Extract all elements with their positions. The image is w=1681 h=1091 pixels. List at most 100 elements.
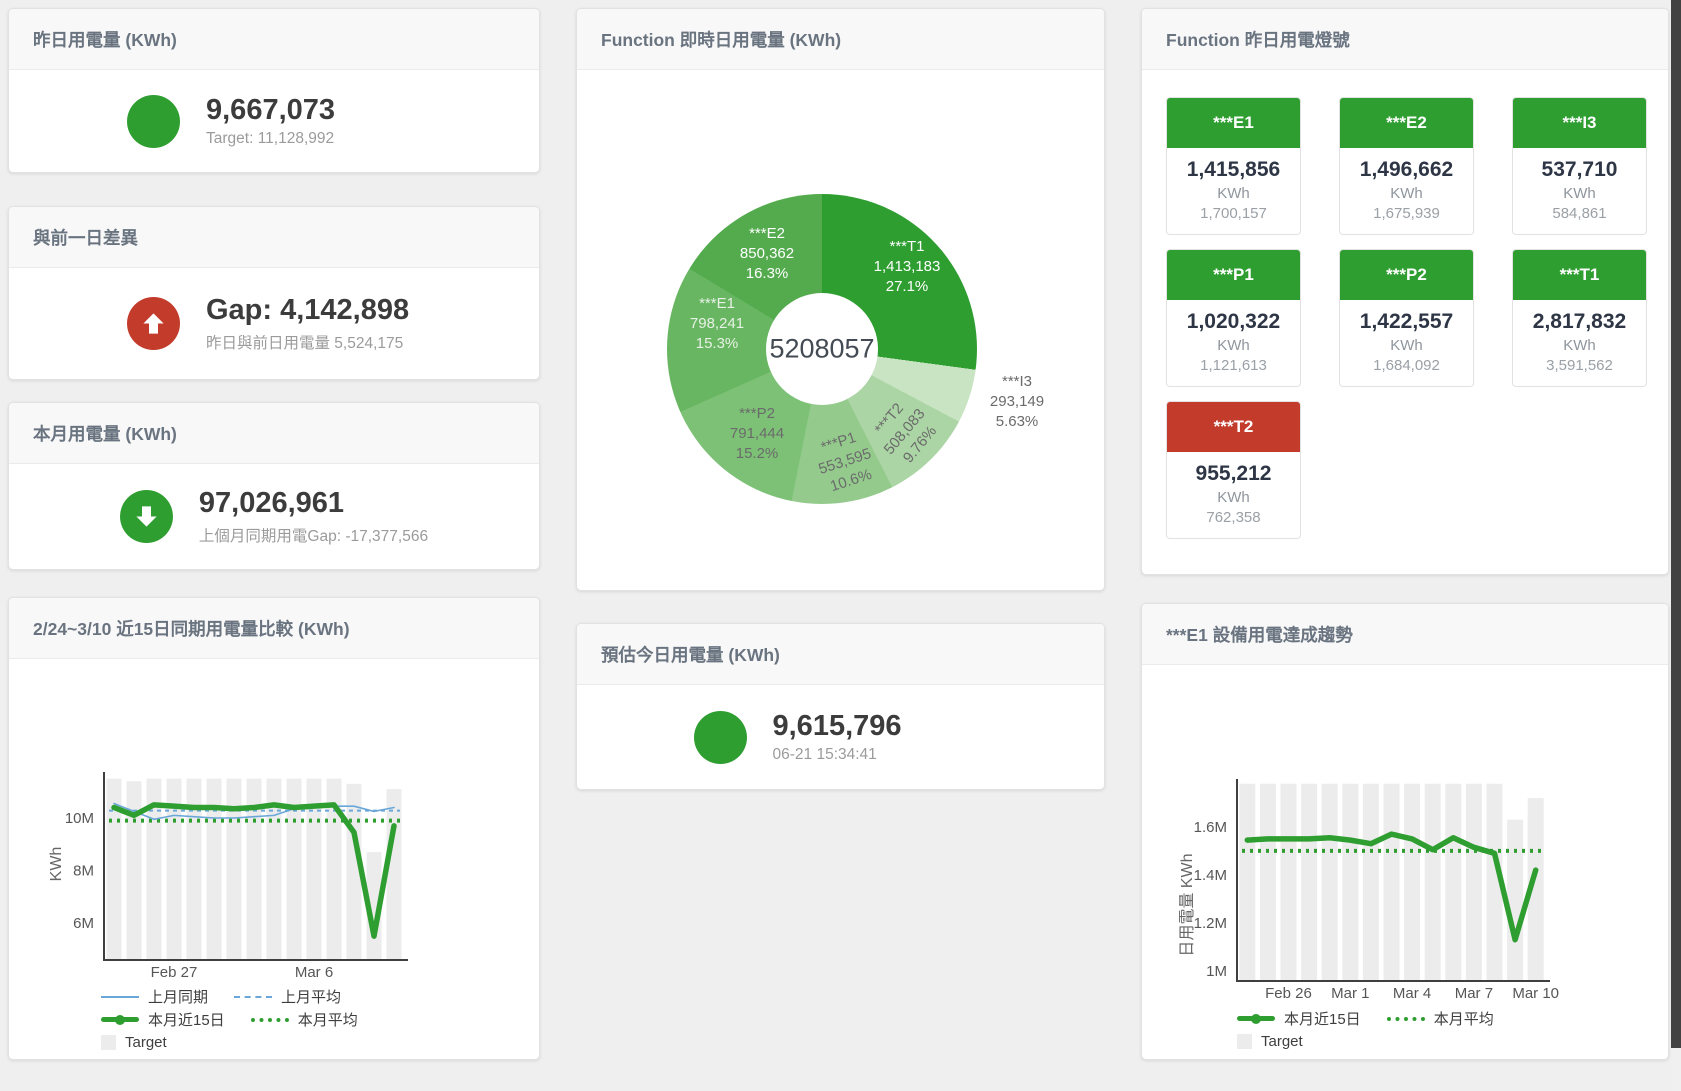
panel-month-usage: 本月用電量 (KWh) 97,026,961 上個月同期用電Gap: -17,3…	[8, 402, 540, 570]
tile-value: 1,496,662	[1340, 158, 1473, 182]
legend-item-target[interactable]: Target	[101, 1034, 167, 1051]
green-dot-swatch	[251, 1018, 289, 1022]
tile-value: 2,817,832	[1513, 310, 1646, 334]
tile-i3: ***I3 537,710 KWh 584,861	[1512, 97, 1647, 235]
tile-unit: KWh	[1167, 489, 1300, 506]
green-line-swatch	[1237, 1016, 1275, 1021]
stat-text: 9,615,796 06-21 15:34:41	[773, 710, 988, 764]
svg-text:1.2M: 1.2M	[1194, 915, 1227, 932]
tile-header: ***P2	[1340, 250, 1473, 300]
green-dot-swatch	[1387, 1017, 1425, 1021]
svg-text:Mar 1: Mar 1	[1331, 985, 1369, 1002]
tile-target: 762,358	[1167, 509, 1300, 526]
trend-chart: 1M1.2M1.4M1.6MFeb 26Mar 1Mar 4Mar 7Mar 1…	[1142, 665, 1670, 1059]
legend-item-this-month[interactable]: 本月近15日	[101, 1009, 225, 1030]
svg-text:10M: 10M	[65, 810, 94, 827]
tile-t2: ***T2 955,212 KWh 762,358	[1166, 401, 1301, 539]
stat-value: 97,026,961	[199, 487, 428, 520]
svg-text:Mar 7: Mar 7	[1455, 985, 1493, 1002]
panel-title: 本月用電量 (KWh)	[9, 403, 539, 464]
svg-text:Mar 4: Mar 4	[1393, 985, 1431, 1002]
dashboard: 昨日用電量 (KWh) 9,667,073 Target: 11,128,992…	[0, 0, 1681, 1091]
legend-item-this-month-avg[interactable]: 本月平均	[1387, 1008, 1494, 1029]
tile-header: ***T2	[1167, 402, 1300, 452]
donut-chart: 5208057 ***T11,413,18327.1% ***I3293,149…	[667, 194, 977, 504]
panel-title: 昨日用電量 (KWh)	[9, 9, 539, 70]
svg-text:Feb 26: Feb 26	[1265, 985, 1312, 1002]
chart-legend: 上月同期 上月平均 本月近15日 本月平均 Target	[101, 985, 384, 1054]
tile-target: 3,591,562	[1513, 357, 1646, 374]
legend-item-last-month[interactable]: 上月同期	[101, 986, 208, 1007]
legend-row: 本月近15日 本月平均	[101, 1008, 384, 1031]
legend-item-last-month-avg[interactable]: 上月平均	[234, 986, 341, 1007]
panel-body: 9,667,073 Target: 11,128,992	[9, 70, 539, 172]
stat-value: 9,615,796	[773, 710, 988, 743]
down-arrow-icon	[133, 503, 160, 530]
tile-e1: ***E1 1,415,856 KWh 1,700,157	[1166, 97, 1301, 235]
panel-body: 97,026,961 上個月同期用電Gap: -17,377,566	[9, 464, 539, 569]
tile-header: ***I3	[1513, 98, 1646, 148]
panel-title: Function 昨日用電燈號	[1142, 9, 1668, 70]
donut-label-p2: ***P2791,44415.2%	[730, 404, 784, 464]
stat-text: 9,667,073 Target: 11,128,992	[206, 94, 421, 148]
tile-header: ***T1	[1513, 250, 1646, 300]
scrollbar-thumb[interactable]	[1671, 0, 1681, 1048]
tile-header: ***E2	[1340, 98, 1473, 148]
panel-body: 9,615,796 06-21 15:34:41	[577, 685, 1104, 789]
stat-text: Gap: 4,142,898 昨日與前日用電量 5,524,175	[206, 294, 421, 352]
stat-text: 97,026,961 上個月同期用電Gap: -17,377,566	[199, 487, 428, 545]
svg-text:1.6M: 1.6M	[1194, 819, 1227, 836]
tile-value: 1,422,557	[1340, 310, 1473, 334]
legend-row: 本月近15日 本月平均	[1237, 1007, 1520, 1030]
chart-legend: 本月近15日 本月平均 Target	[1237, 1007, 1520, 1053]
legend-label: 本月平均	[298, 1009, 358, 1030]
target-square-swatch	[101, 1035, 116, 1050]
legend-label: 本月近15日	[148, 1009, 225, 1030]
donut-label-e2: ***E2850,36216.3%	[740, 224, 794, 284]
panel-yesterday-lights: Function 昨日用電燈號 ***E1 1,415,856 KWh 1,70…	[1141, 8, 1669, 575]
svg-text:6M: 6M	[73, 915, 94, 932]
panel-title: ***E1 設備用電達成趨勢	[1142, 604, 1668, 665]
tile-p2: ***P2 1,422,557 KWh 1,684,092	[1339, 249, 1474, 387]
status-circle-green	[127, 95, 180, 148]
legend-row: Target	[101, 1031, 384, 1054]
panel-body: 6M8M10MFeb 27Mar 6KWh 上月同期 上月平均 本月近15日 本…	[9, 659, 539, 1060]
donut-center-total: 5208057	[769, 334, 874, 365]
legend-label: Target	[125, 1034, 167, 1051]
status-circle-green	[694, 711, 747, 764]
panel-title: 與前一日差異	[9, 207, 539, 268]
panel-15day-comparison: 2/24~3/10 近15日同期用電量比較 (KWh) 6M8M10MFeb 2…	[8, 597, 540, 1060]
legend-label: 本月近15日	[1284, 1008, 1361, 1029]
tile-value: 955,212	[1167, 462, 1300, 486]
svg-text:Mar 10: Mar 10	[1512, 985, 1559, 1002]
status-circle-red	[127, 297, 180, 350]
status-circle-green	[120, 490, 173, 543]
legend-label: Target	[1261, 1033, 1303, 1050]
tile-value: 1,415,856	[1167, 158, 1300, 182]
legend-item-this-month-avg[interactable]: 本月平均	[251, 1009, 358, 1030]
svg-text:8M: 8M	[73, 862, 94, 879]
panel-title: Function 即時日用電量 (KWh)	[577, 9, 1104, 70]
stat-timestamp: 06-21 15:34:41	[773, 746, 988, 764]
up-arrow-icon	[140, 310, 167, 337]
panel-e1-trend: ***E1 設備用電達成趨勢 1M1.2M1.4M1.6MFeb 26Mar 1…	[1141, 603, 1669, 1060]
legend-row: Target	[1237, 1030, 1520, 1053]
blue-dash-swatch	[234, 996, 272, 998]
tile-target: 584,861	[1513, 205, 1646, 222]
legend-row: 上月同期 上月平均	[101, 985, 384, 1008]
tile-unit: KWh	[1513, 337, 1646, 354]
tile-target: 1,700,157	[1167, 205, 1300, 222]
tile-e2: ***E2 1,496,662 KWh 1,675,939	[1339, 97, 1474, 235]
scrollbar[interactable]	[1671, 0, 1681, 1091]
svg-text:Feb 27: Feb 27	[151, 964, 198, 981]
panel-body: 1M1.2M1.4M1.6MFeb 26Mar 1Mar 4Mar 7Mar 1…	[1142, 665, 1668, 1059]
panel-body: Gap: 4,142,898 昨日與前日用電量 5,524,175	[9, 268, 539, 379]
svg-text:1M: 1M	[1206, 963, 1227, 980]
tile-unit: KWh	[1167, 185, 1300, 202]
legend-item-this-month[interactable]: 本月近15日	[1237, 1008, 1361, 1029]
stat-sub: 昨日與前日用電量 5,524,175	[206, 331, 421, 353]
legend-item-target[interactable]: Target	[1237, 1033, 1303, 1050]
panel-body: 5208057 ***T11,413,18327.1% ***I3293,149…	[577, 70, 1104, 591]
stat-sub: 上個月同期用電Gap: -17,377,566	[199, 524, 428, 546]
green-line-swatch	[101, 1017, 139, 1022]
